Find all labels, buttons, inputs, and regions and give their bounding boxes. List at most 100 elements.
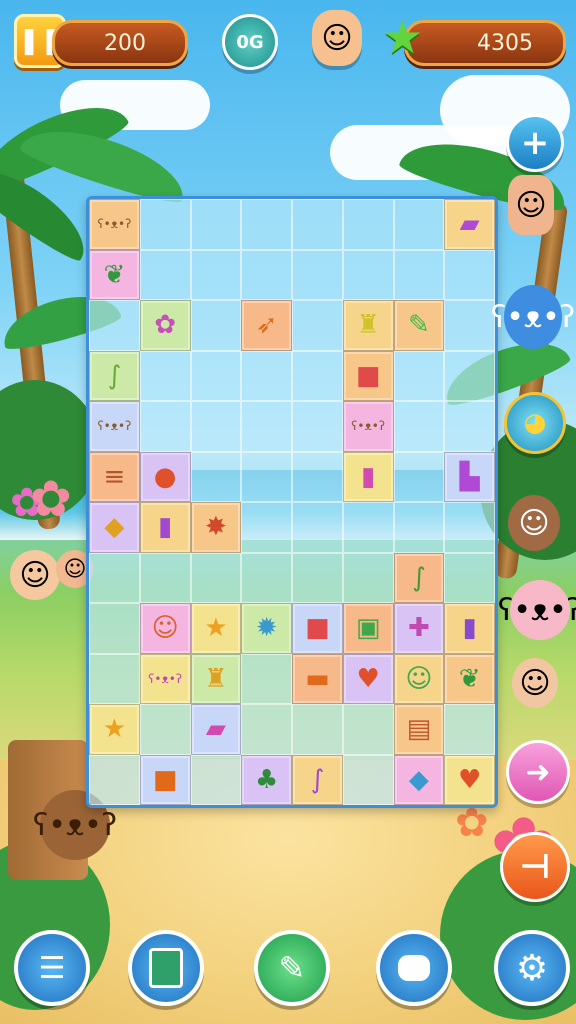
puzzle-board[interactable]: ʕ•ᴥ•ʔ ▰ ❦ ✿ ➶ ♜ ✎ ∫ ■ ʕ•ᴥ•ʔ ʕ•ᴥ•ʔ ≡ ● ▮ ▙ ◆ ▮ ✸ ∫ ☺ ★ ✹ ■ ▣ ✚ ▮ ʕ•… (86, 196, 498, 808)
puzzle-piece[interactable]: ★ (89, 704, 140, 755)
puzzle-piece[interactable]: ∫ (393, 552, 445, 603)
empty-slot[interactable] (292, 704, 343, 755)
settings-button[interactable]: ⚙ (494, 930, 570, 1006)
hint-button[interactable]: ✎ (254, 930, 330, 1006)
puzzle-piece[interactable]: ʕ•ᴥ•ʔ (89, 199, 140, 250)
chat-button[interactable] (376, 930, 452, 1006)
empty-slot[interactable] (89, 603, 140, 654)
empty-slot[interactable] (292, 502, 343, 553)
puzzle-piece[interactable]: ◆ (89, 502, 140, 553)
empty-slot[interactable] (89, 754, 140, 805)
empty-slot[interactable] (444, 552, 495, 603)
puzzle-piece[interactable]: ▮ (444, 603, 495, 654)
empty-slot[interactable] (342, 199, 394, 250)
empty-slot[interactable] (393, 451, 445, 502)
empty-slot[interactable] (89, 300, 140, 351)
empty-slot[interactable] (241, 199, 292, 250)
empty-slot[interactable] (444, 704, 495, 755)
empty-slot[interactable] (190, 401, 242, 452)
puzzle-piece[interactable]: ➶ (241, 300, 292, 351)
empty-slot[interactable] (444, 502, 495, 553)
bear-character[interactable]: ʕ•ᴥ•ʔ (491, 285, 575, 349)
puzzle-piece[interactable]: ≡ (89, 451, 140, 502)
empty-slot[interactable] (139, 249, 191, 300)
empty-slot[interactable] (444, 249, 495, 300)
next-button[interactable]: ➜ (506, 740, 570, 804)
empty-slot[interactable] (292, 401, 343, 452)
puzzle-piece[interactable]: ♥ (444, 754, 495, 805)
puzzle-piece[interactable]: ✚ (393, 603, 445, 654)
empty-slot[interactable] (444, 350, 495, 401)
puzzle-piece[interactable]: ✎ (393, 300, 445, 351)
puzzle-piece[interactable]: ■ (139, 754, 191, 805)
puzzle-piece[interactable]: ✸ (190, 502, 242, 553)
empty-slot[interactable] (241, 653, 292, 704)
menu-button[interactable]: ☰ (14, 930, 90, 1006)
empty-slot[interactable] (139, 401, 191, 452)
puzzle-piece[interactable]: ▙ (444, 451, 495, 502)
empty-slot[interactable] (241, 704, 292, 755)
player-avatar[interactable]: ☺ (312, 10, 362, 66)
empty-slot[interactable] (342, 502, 394, 553)
empty-slot[interactable] (89, 653, 140, 704)
empty-slot[interactable] (292, 249, 343, 300)
empty-slot[interactable] (342, 704, 394, 755)
empty-slot[interactable] (393, 401, 445, 452)
empty-slot[interactable] (89, 552, 140, 603)
puzzle-piece[interactable]: ★ (190, 603, 242, 654)
empty-slot[interactable] (292, 350, 343, 401)
empty-slot[interactable] (190, 350, 242, 401)
empty-slot[interactable] (292, 451, 343, 502)
level-badge[interactable]: 0G (222, 14, 278, 70)
empty-slot[interactable] (190, 249, 242, 300)
add-piece-button[interactable]: + (506, 114, 564, 172)
puzzle-piece[interactable]: ▬ (292, 653, 343, 704)
empty-slot[interactable] (241, 350, 292, 401)
puzzle-piece[interactable]: ☺ (139, 603, 191, 654)
puzzle-piece[interactable]: ■ (292, 603, 343, 654)
power-up-button[interactable]: ◕ (504, 392, 566, 454)
empty-slot[interactable] (342, 249, 394, 300)
puzzle-piece[interactable]: ✹ (241, 603, 292, 654)
empty-slot[interactable] (190, 199, 242, 250)
puzzle-piece[interactable]: ♜ (190, 653, 242, 704)
empty-slot[interactable] (139, 199, 191, 250)
puzzle-piece[interactable]: ● (139, 451, 191, 502)
puzzle-piece[interactable]: ∫ (89, 350, 140, 401)
empty-slot[interactable] (393, 502, 445, 553)
puzzle-piece[interactable]: ▣ (342, 603, 394, 654)
empty-slot[interactable] (444, 300, 495, 351)
empty-slot[interactable] (139, 350, 191, 401)
empty-slot[interactable] (241, 249, 292, 300)
puzzle-piece[interactable]: ✿ (139, 300, 191, 351)
map-button[interactable] (128, 930, 204, 1006)
puzzle-piece[interactable]: ∫ (292, 754, 343, 805)
puzzle-piece[interactable]: ◆ (393, 754, 445, 805)
empty-slot[interactable] (393, 199, 445, 250)
puzzle-piece[interactable]: ☺ (393, 653, 445, 704)
puzzle-piece[interactable]: ʕ•ᴥ•ʔ (139, 653, 191, 704)
empty-slot[interactable] (393, 249, 445, 300)
puzzle-piece[interactable]: ♥ (342, 653, 394, 704)
puzzle-piece[interactable]: ʕ•ᴥ•ʔ (342, 401, 394, 452)
empty-slot[interactable] (292, 199, 343, 250)
remove-piece-button[interactable]: ⊣ (500, 832, 570, 902)
empty-slot[interactable] (241, 502, 292, 553)
empty-slot[interactable] (190, 754, 242, 805)
empty-slot[interactable] (342, 552, 394, 603)
empty-slot[interactable] (190, 300, 242, 351)
empty-slot[interactable] (190, 552, 242, 603)
puzzle-piece[interactable]: ♣ (241, 754, 292, 805)
empty-slot[interactable] (292, 552, 343, 603)
puzzle-piece[interactable]: ■ (342, 350, 394, 401)
puzzle-piece[interactable]: ▮ (342, 451, 394, 502)
puzzle-piece[interactable]: ▮ (139, 502, 191, 553)
empty-slot[interactable] (292, 300, 343, 351)
puzzle-piece[interactable]: ❦ (89, 249, 140, 300)
empty-slot[interactable] (241, 451, 292, 502)
empty-slot[interactable] (393, 350, 445, 401)
puzzle-piece[interactable]: ❦ (444, 653, 495, 704)
puzzle-piece[interactable]: ▰ (444, 199, 495, 250)
empty-slot[interactable] (139, 552, 191, 603)
empty-slot[interactable] (241, 401, 292, 452)
